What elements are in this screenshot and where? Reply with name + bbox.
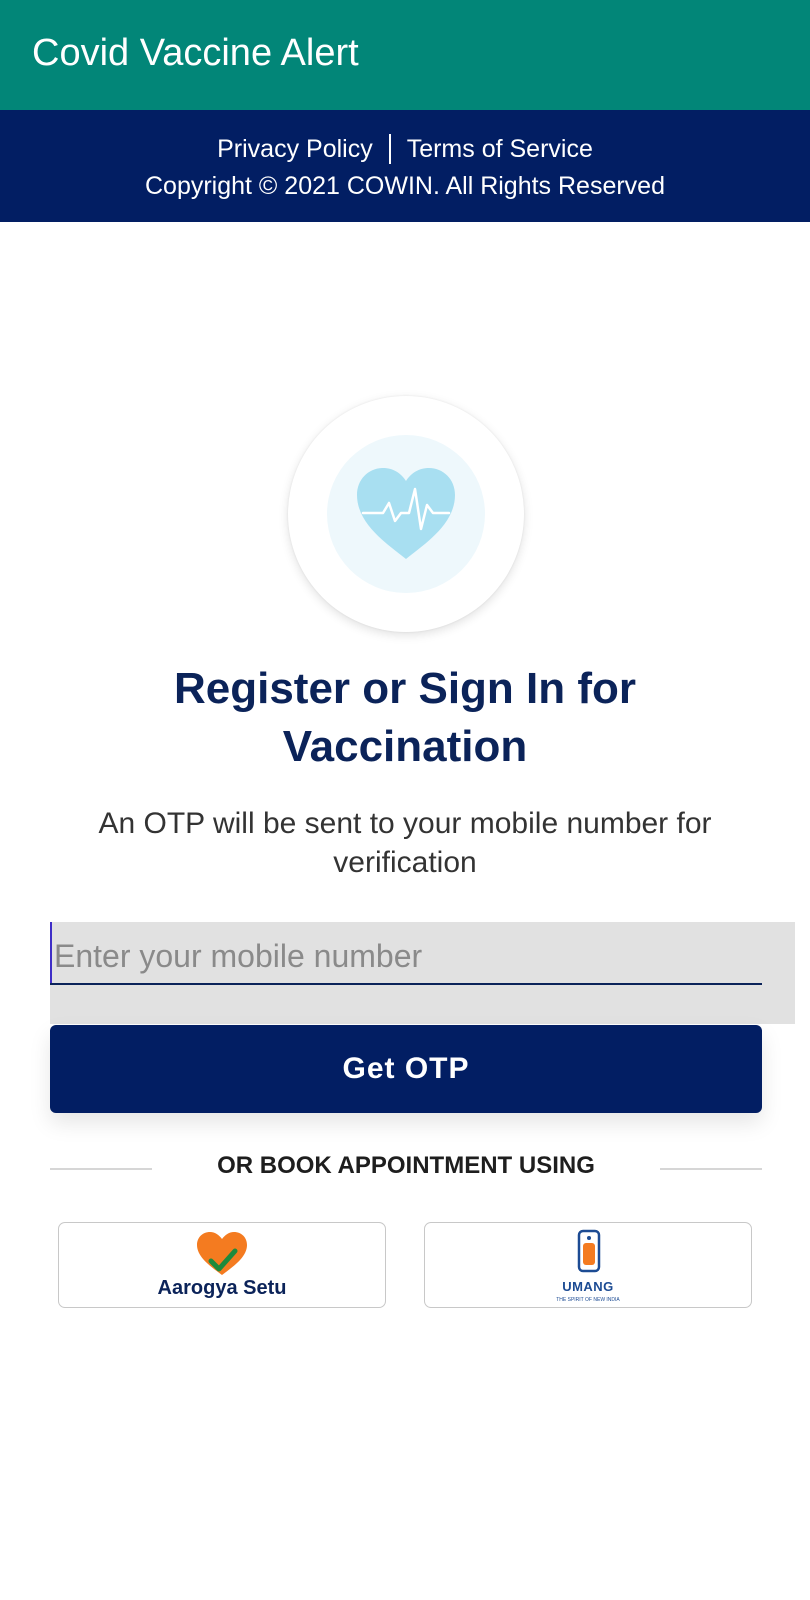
umang-tagline: THE SPIRIT OF NEW INDIA [556,1297,620,1303]
privacy-policy-link[interactable]: Privacy Policy [217,135,373,164]
footer-links: Privacy Policy Terms of Service [0,134,810,164]
mobile-input-container [50,922,795,1024]
umang-button[interactable]: UMANG THE SPIRIT OF NEW INDIA [424,1222,752,1308]
aarogya-setu-button[interactable]: Aarogya Setu [58,1222,386,1308]
umang-phone-icon [577,1229,601,1273]
otp-info-text: An OTP will be sent to your mobile numbe… [98,807,712,879]
divider-text: OR BOOK APPOINTMENT USING [217,1152,595,1179]
app-title: Covid Vaccine Alert [32,31,359,74]
input-underline [50,983,762,985]
app-bar: Covid Vaccine Alert [0,0,810,110]
page-heading: Register or Sign In for Vaccination [173,664,637,771]
book-appointment-divider: OR BOOK APPOINTMENT USING [50,1150,762,1190]
copyright-text: Copyright © 2021 COWIN. All Rights Reser… [144,172,665,200]
logo-circle [288,396,524,632]
mobile-number-input[interactable] [50,922,762,984]
logo-inner-circle [327,435,485,593]
link-divider [388,134,391,164]
aarogya-setu-label: Aarogya Setu [157,1277,287,1299]
heart-pulse-icon [357,468,455,559]
aarogya-setu-heart-icon [197,1232,247,1275]
umang-label: UMANG [562,1279,614,1294]
footer-strip: Privacy Policy Terms of Service Copyrigh… [0,110,810,222]
divider-line-right [660,1168,762,1170]
get-otp-button[interactable]: Get OTP [50,1025,762,1113]
terms-of-service-link[interactable]: Terms of Service [407,135,593,164]
